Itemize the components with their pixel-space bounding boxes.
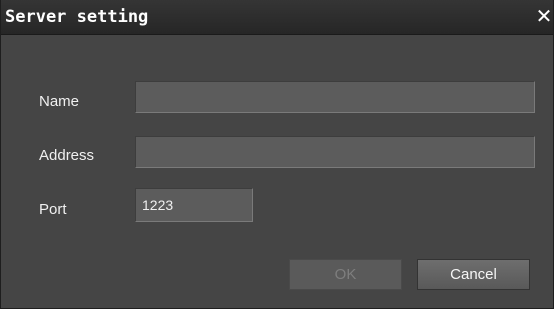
name-label: Name [39, 93, 80, 110]
server-setting-dialog: Server setting ✕ Name Address Port OK Ca… [0, 0, 554, 309]
title-bar[interactable]: Server setting ✕ [1, 0, 553, 35]
address-label: Address [39, 147, 95, 164]
port-input[interactable] [135, 188, 253, 222]
close-icon[interactable]: ✕ [535, 4, 553, 28]
cancel-button[interactable]: Cancel [417, 259, 530, 290]
name-input[interactable] [135, 81, 535, 113]
ok-button[interactable]: OK [289, 259, 402, 290]
dialog-title: Server setting [5, 7, 149, 27]
port-label: Port [39, 201, 67, 218]
address-input[interactable] [135, 136, 535, 168]
